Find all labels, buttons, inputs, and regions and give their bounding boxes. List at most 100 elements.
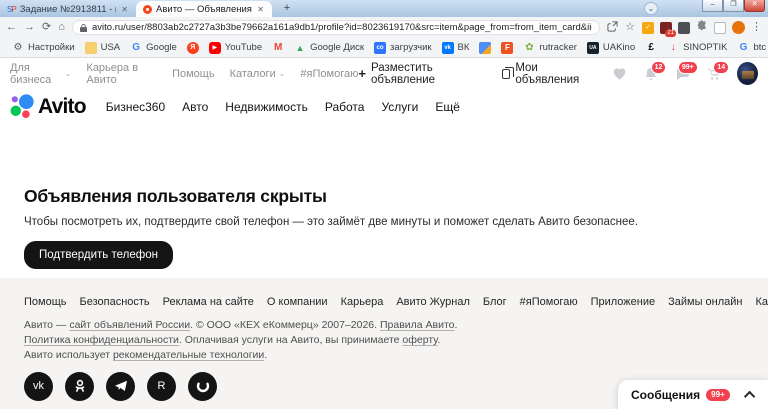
topbar-link-label: Карьера в Авито (86, 61, 139, 86)
browser-menu-icon[interactable]: ⋮ (751, 22, 762, 33)
footer-link-ads[interactable]: Реклама на сайте (163, 296, 254, 308)
notifications-bell-icon[interactable]: 12 (643, 60, 667, 83)
nav-realty[interactable]: Недвижимость (225, 100, 308, 114)
close-window-button[interactable]: ✕ (744, 0, 765, 12)
bookmark-downloader[interactable]: co загрузчик (369, 41, 436, 54)
footer-link-app[interactable]: Приложение (591, 296, 656, 308)
bookmark-rutracker[interactable]: ✿ rutracker (518, 42, 581, 54)
user-avatar[interactable] (737, 62, 758, 85)
my-ads-button[interactable]: Мои объявления (502, 62, 596, 86)
messages-widget[interactable]: Сообщения 99+ (618, 380, 768, 409)
confirm-phone-button[interactable]: Подтвердить телефон (24, 241, 173, 269)
legal-link-site[interactable]: сайт объявлений России (69, 319, 190, 331)
reload-icon[interactable]: ⟳ (42, 22, 51, 33)
minimize-button[interactable]: – (702, 0, 723, 12)
avito-logo[interactable]: Avito (10, 94, 87, 119)
footer-link-help[interactable]: Помощь (24, 296, 67, 308)
vpn-extension-icon[interactable]: 21 (660, 21, 676, 37)
messages-badge: 99+ (677, 60, 698, 74)
close-tab-icon[interactable]: ✕ (120, 5, 129, 14)
bookmark-gmail[interactable]: M (267, 42, 289, 54)
legal-text: . (437, 333, 441, 346)
bookmark-label: YouTube (224, 42, 263, 53)
close-tab-icon[interactable]: ✕ (256, 5, 265, 14)
downloader-icon: co (374, 41, 387, 54)
messages-chat-icon[interactable]: 99+ (674, 60, 698, 83)
bookmark-misc-blue[interactable] (474, 41, 496, 54)
f-icon: F (501, 41, 514, 54)
footer-links: Помощь Безопасность Реклама на сайте О к… (24, 296, 768, 308)
footer-link-career[interactable]: Карьера (341, 296, 384, 308)
topbar-actions: + Разместить объявление Мои объявления 12… (358, 60, 758, 86)
legal-link-rules[interactable]: Правила Авито (380, 319, 455, 331)
shield-extension-icon[interactable]: ✓ (642, 21, 654, 34)
legal-link-recsys[interactable]: рекомендательные технологии (113, 349, 264, 361)
legal-link-offer[interactable]: оферту (402, 334, 437, 346)
back-icon[interactable]: ← (6, 22, 17, 33)
post-ad-button[interactable]: + Разместить объявление (358, 62, 487, 86)
topbar-catalogs[interactable]: Каталоги ⌄ (230, 68, 286, 80)
footer-legal: Авито — сайт объявлений России. © ООО «К… (24, 318, 744, 363)
forward-icon[interactable]: → (24, 22, 35, 33)
chevron-up-icon[interactable] (743, 390, 756, 402)
footer-link-sitemap[interactable]: Карта сайта (756, 296, 768, 308)
telegram-icon[interactable] (106, 371, 135, 401)
restore-button[interactable]: ❐ (723, 0, 744, 12)
nav-services[interactable]: Услуги (381, 100, 418, 114)
bookmark-settings[interactable]: ⚙ Настройки (7, 42, 80, 54)
chevron-down-icon: ⌄ (278, 69, 286, 78)
dark-extension-icon[interactable] (678, 21, 690, 34)
puzzle-icon[interactable] (696, 19, 708, 37)
bookmark-label: UAKino (602, 42, 636, 53)
dzen-icon[interactable] (188, 371, 217, 401)
chevron-down-icon[interactable]: ⌄ (644, 2, 658, 15)
footer-link-loans[interactable]: Займы онлайн (668, 296, 742, 308)
bookmark-currency[interactable]: £ (640, 42, 662, 54)
cart-icon[interactable]: 14 (706, 60, 730, 83)
favorites-heart-icon[interactable] (611, 65, 628, 83)
sp-favicon: SP (7, 4, 17, 14)
legal-text: . Оплачивая услуги на Авито, вы принимае… (178, 333, 403, 346)
bookmark-youtube[interactable]: ▶ YouTube (204, 41, 267, 54)
browser-tab-inactive[interactable]: SP Задание №2913811 - просмотр ✕ (0, 1, 136, 17)
vk-social-icon[interactable]: vk (24, 371, 53, 401)
bookmark-google[interactable]: G Google (125, 42, 182, 54)
bookmark-uakino[interactable]: UA UAKino (582, 41, 640, 54)
bookmark-yandex[interactable]: Я (182, 41, 204, 54)
footer-link-about[interactable]: О компании (267, 296, 328, 308)
bookmark-google-drive[interactable]: ▲ Google Диск (289, 42, 369, 54)
bookmark-usa-folder[interactable]: USA (80, 41, 126, 54)
topbar-links: Для бизнеса ⌄ Карьера в Авито Помощь Ката… (10, 62, 358, 86)
nav-more[interactable]: Ещё (435, 100, 460, 114)
tab-title: Авито — Объявления на сайте (156, 3, 252, 15)
bookmark-label: Настройки (28, 42, 75, 53)
legal-link-privacy[interactable]: Политика конфиденциальности (24, 334, 179, 346)
nav-business360[interactable]: Бизнес360 (106, 100, 165, 114)
frame-extension-icon[interactable] (714, 21, 726, 34)
topbar-ihelp[interactable]: #яПомогаю (300, 68, 358, 80)
legal-line-1: Авито — сайт объявлений России. © ООО «К… (24, 318, 744, 333)
bookmark-btc-to-usd[interactable]: Gbtc to usd (732, 42, 768, 54)
topbar-for-business[interactable]: Для бизнеса ⌄ (10, 62, 71, 86)
footer-link-blog[interactable]: Блог (483, 296, 507, 308)
footer-link-ihelp[interactable]: #яПомогаю (520, 296, 578, 308)
url-bar[interactable]: avito.ru/user/8803ab2c2727a3b3be79662a16… (71, 20, 601, 35)
odnoklassniki-icon[interactable] (65, 371, 94, 401)
bookmark-star-icon[interactable]: ☆ (625, 22, 635, 33)
nav-jobs[interactable]: Работа (325, 100, 365, 114)
topbar-help[interactable]: Помощь (172, 68, 215, 80)
browser-profile-avatar[interactable] (732, 21, 745, 34)
bookmark-sinoptik[interactable]: ↓ SINOPTIK (662, 42, 732, 54)
new-tab-button[interactable]: + (276, 2, 298, 16)
topbar-career[interactable]: Карьера в Авито (86, 62, 157, 86)
folder-icon (84, 41, 97, 54)
browser-tab-active[interactable]: Авито — Объявления на сайте ✕ (136, 1, 272, 17)
share-icon[interactable] (607, 19, 618, 37)
bookmark-f[interactable]: F (496, 41, 518, 54)
rutube-icon[interactable]: R (147, 371, 176, 401)
footer-link-safety[interactable]: Безопасность (80, 296, 150, 308)
bookmark-vk[interactable]: vk ВК (437, 41, 475, 54)
home-icon[interactable]: ⌂ (58, 22, 65, 33)
nav-auto[interactable]: Авто (182, 100, 208, 114)
footer-link-journal[interactable]: Авито Журнал (396, 296, 470, 308)
